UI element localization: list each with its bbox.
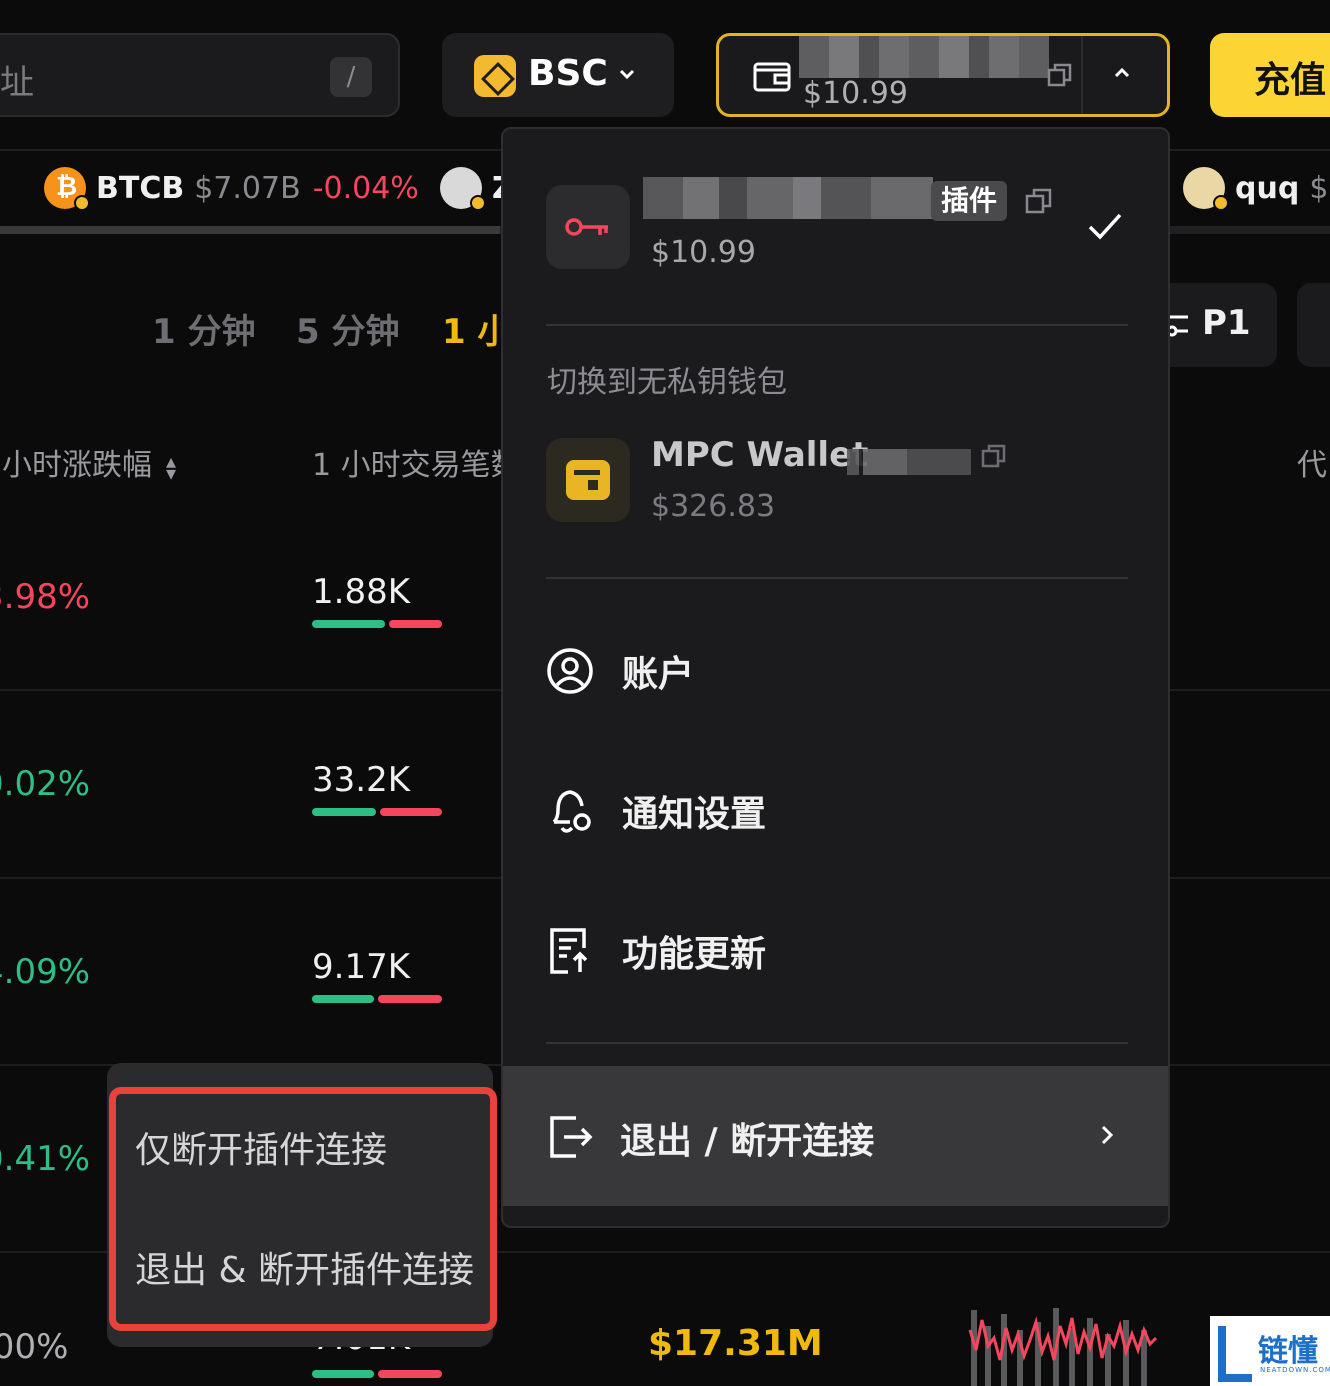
ticker-market-cap: $7.07B — [194, 170, 301, 206]
key-icon — [565, 218, 608, 236]
user-circle-icon — [547, 648, 593, 694]
wallet-address-blurred — [799, 36, 1049, 78]
ticker-scrollbar-thumb[interactable] — [0, 226, 500, 234]
wallet-balance: $10.99 — [803, 76, 908, 111]
header-tx-count[interactable]: 1 小时交易笔数 — [312, 440, 521, 484]
wallet-icon — [753, 62, 791, 92]
menu-item-logout-disconnect[interactable]: 退出 / 断开连接 — [503, 1066, 1168, 1206]
row-change: 3.98% — [0, 577, 91, 617]
copy-icon[interactable] — [1025, 187, 1053, 215]
wallet-button-divider — [1081, 36, 1083, 114]
mpc-wallet-address-blurred — [847, 449, 971, 475]
bnb-chain-icon — [474, 55, 516, 97]
ticker-item-btcb[interactable]: ₿ BTCB $7.07B -0.04% — [44, 165, 419, 211]
section-title: 切换到无私钥钱包 — [547, 365, 787, 400]
ticker-market-cap: $2 — [1309, 170, 1330, 206]
menu-item-notification-settings[interactable]: 通知设置 — [546, 785, 766, 837]
ticker-change: -0.04% — [312, 170, 419, 206]
chevron-up-icon[interactable] — [1113, 66, 1131, 80]
menu-item-label: 功能更新 — [622, 934, 767, 975]
row-tx-count: 1.88K — [312, 572, 410, 612]
watermark-logo: 链懂 NEATDOWN.COM — [1210, 1316, 1330, 1386]
chevron-right-icon — [1101, 1125, 1114, 1145]
ticker-item-quq[interactable]: quq $2 — [1183, 165, 1330, 211]
plugin-tag: 插件 — [931, 181, 1008, 221]
chevron-down-icon — [619, 69, 635, 80]
account-avatar — [546, 185, 630, 269]
logout-icon — [550, 1116, 593, 1158]
document-update-icon — [550, 928, 588, 974]
row-change: 0.02% — [0, 764, 91, 804]
account-address-blurred — [643, 177, 933, 219]
menu-item-label: 通知设置 — [622, 794, 767, 835]
menu-item-label: 账户 — [622, 654, 695, 695]
checkmark-icon — [1088, 213, 1122, 240]
ticker-symbol: quq — [1235, 170, 1300, 206]
watermark-subtitle: NEATDOWN.COM — [1260, 1366, 1330, 1374]
account-balance: $10.99 — [651, 235, 756, 270]
row-change: 0.41% — [0, 1139, 91, 1179]
row-tx-count: 9.17K — [312, 947, 410, 987]
price-sparkline — [968, 1308, 1158, 1386]
row-change: .00% — [0, 1327, 69, 1367]
search-shortcut-key: / — [330, 57, 372, 97]
token-icon — [440, 167, 486, 211]
menu-item-feature-updates[interactable]: 功能更新 — [546, 925, 766, 977]
menu-item-label: 退出 / 断开连接 — [620, 1121, 875, 1162]
tab-1m[interactable]: 1 分钟 — [152, 304, 256, 353]
bell-settings-icon — [552, 790, 591, 833]
buy-sell-ratio-bar — [312, 620, 442, 628]
chain-selector-button[interactable]: BSC — [442, 33, 674, 117]
mpc-wallet-name[interactable]: MPC Wallet — [651, 435, 868, 475]
deposit-label: 充值 — [1254, 60, 1327, 101]
row-volume: $17.31M — [648, 1323, 823, 1364]
highlight-annotation-box — [109, 1087, 497, 1331]
row-tx-count: 33.2K — [312, 760, 410, 800]
chain-name: BSC — [528, 53, 608, 94]
btcb-token-icon: ₿ — [44, 167, 90, 211]
row-change: 4.09% — [0, 952, 91, 992]
dropdown-divider — [546, 577, 1128, 579]
copy-icon[interactable] — [981, 443, 1007, 469]
buy-sell-ratio-bar — [312, 808, 442, 816]
buy-sell-ratio-bar — [312, 1370, 442, 1378]
menu-item-account[interactable]: 账户 — [546, 645, 694, 697]
buy-sell-ratio-bar — [312, 995, 442, 1003]
mpc-wallet-icon — [546, 438, 630, 522]
dropdown-divider — [546, 1042, 1128, 1044]
watermark-title: 链懂 — [1258, 1334, 1318, 1369]
copy-icon[interactable] — [1047, 62, 1073, 88]
wallet-button[interactable]: $10.99 — [716, 33, 1170, 117]
deposit-button[interactable]: 充值 — [1210, 33, 1330, 117]
dropdown-divider — [546, 324, 1128, 326]
more-button[interactable] — [1297, 283, 1330, 367]
mpc-wallet-balance: $326.83 — [651, 489, 776, 524]
header-token[interactable]: 代 — [1297, 440, 1327, 484]
priority-label: P1 — [1202, 303, 1251, 343]
watermark-l-icon — [1218, 1326, 1252, 1382]
header-change[interactable]: 小时涨跌幅 ▴ ▾ — [2, 440, 176, 484]
search-input[interactable]: 址 / — [0, 33, 400, 117]
wallet-dropdown-menu: 插件 $10.99 切换到无私钥钱包 MPC Wallet $326.83 账户… — [501, 127, 1170, 1228]
search-placeholder: 址 — [0, 63, 34, 103]
tab-5m[interactable]: 5 分钟 — [296, 304, 400, 353]
sort-icon: ▴ ▾ — [166, 448, 177, 485]
quq-token-icon — [1183, 167, 1229, 211]
ticker-symbol: BTCB — [96, 170, 185, 206]
